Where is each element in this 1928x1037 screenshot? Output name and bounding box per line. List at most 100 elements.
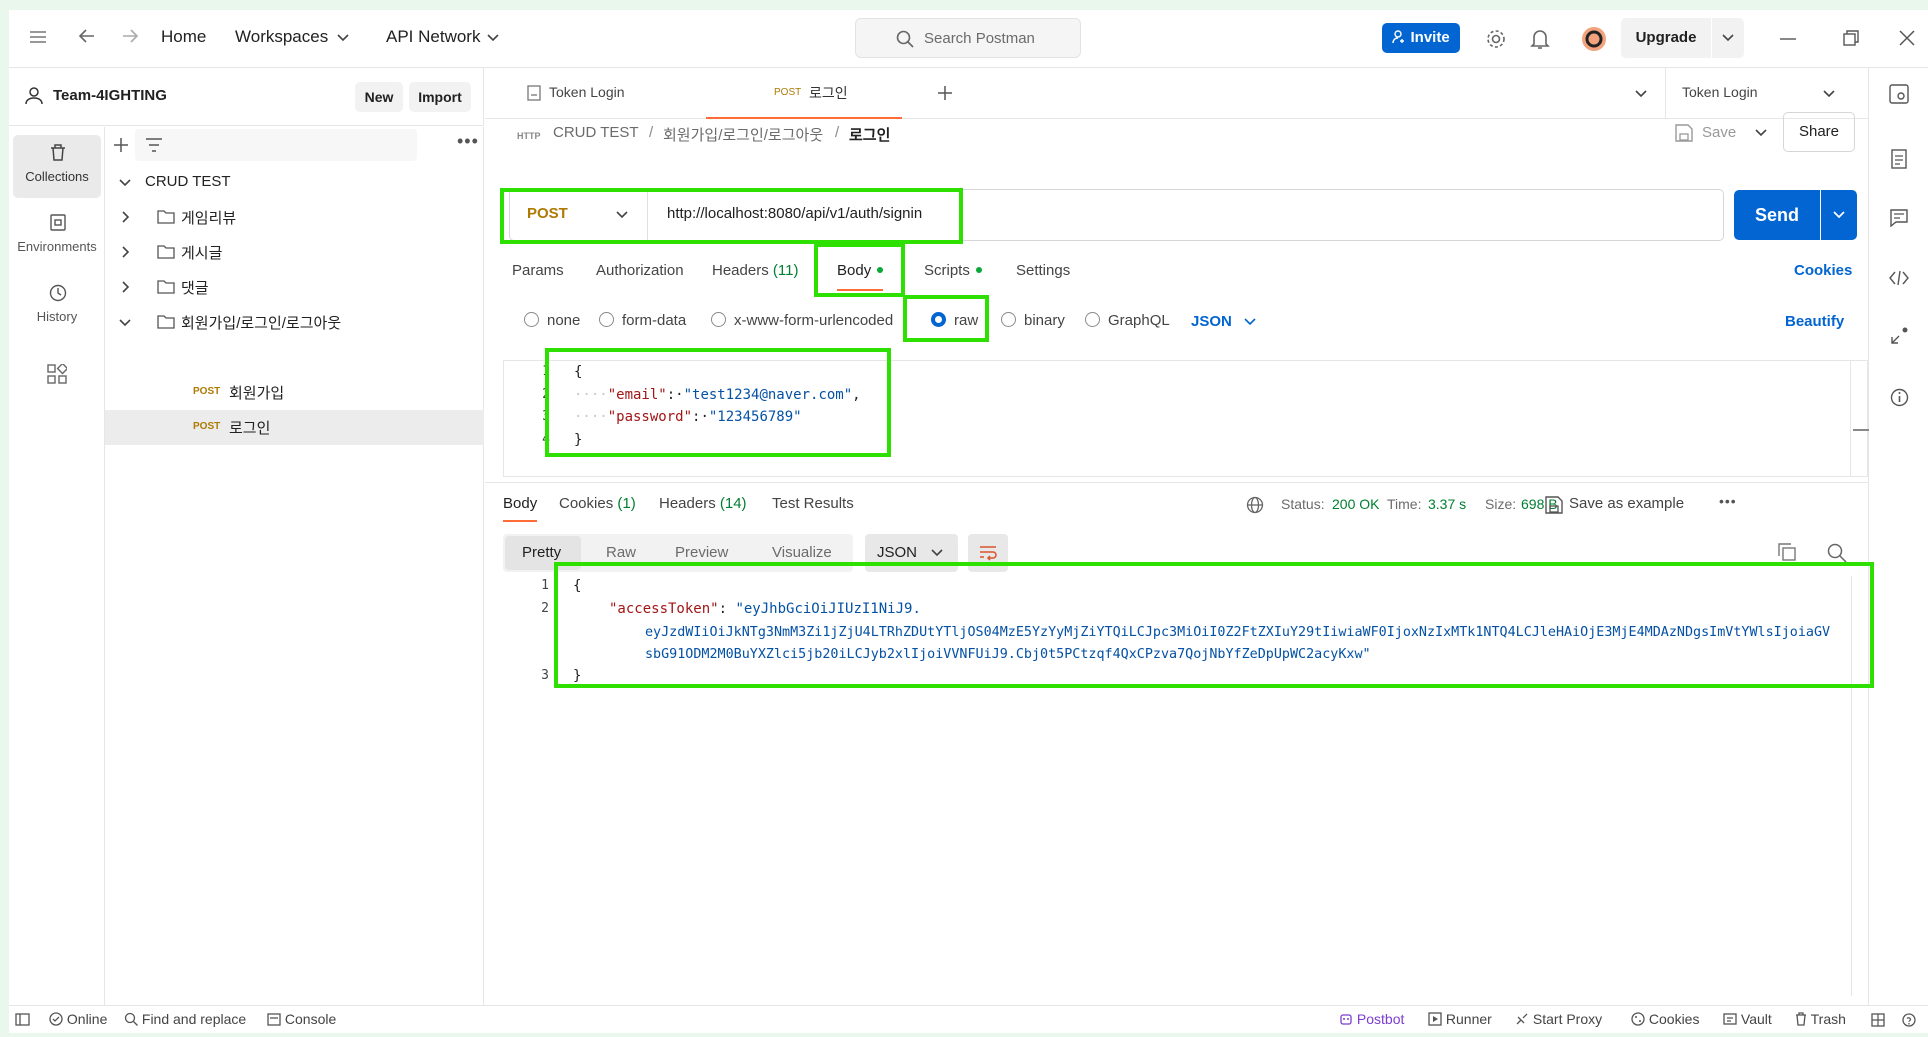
upgrade-dropdown[interactable] (1712, 18, 1744, 58)
body-type-binary[interactable]: binary (1001, 312, 1065, 329)
chevron-right-icon[interactable] (122, 281, 130, 293)
body-format-select[interactable]: JSON (1191, 313, 1256, 330)
tabs-overflow-chevron-icon[interactable] (1635, 90, 1647, 98)
body-type-raw[interactable]: raw (931, 312, 978, 329)
view-visualize[interactable]: Visualize (772, 544, 832, 561)
avatar[interactable] (1581, 26, 1607, 52)
layout-icon[interactable] (1871, 1013, 1885, 1027)
bell-icon[interactable] (1530, 28, 1550, 50)
send-button[interactable]: Send (1734, 190, 1820, 240)
radio-button[interactable] (1085, 312, 1100, 327)
search-box[interactable]: Search Postman (855, 18, 1081, 58)
toggle-sidebar-icon[interactable] (15, 1013, 30, 1026)
chevron-right-icon[interactable] (122, 211, 130, 223)
upgrade-button[interactable]: Upgrade (1621, 18, 1711, 58)
breadcrumb-folder[interactable]: 회원가입/로그인/로그아웃 (663, 124, 823, 145)
start-proxy-button[interactable]: Start Proxy (1515, 1011, 1602, 1027)
view-pretty[interactable]: Pretty (522, 544, 561, 561)
copy-icon[interactable] (1778, 543, 1796, 561)
body-type-form-data[interactable]: form-data (599, 312, 686, 329)
postbot-button[interactable]: Postbot (1339, 1011, 1404, 1027)
body-type-x-www-form-urlencoded[interactable]: x-www-form-urlencoded (711, 312, 893, 329)
radio-button[interactable] (599, 312, 614, 327)
save-as-example-link[interactable]: Save as example (1569, 495, 1684, 512)
url-input[interactable]: http://localhost:8080/api/v1/auth/signin (667, 205, 922, 222)
tab-params[interactable]: Params (512, 262, 564, 279)
find-and-replace[interactable]: Find and replace (124, 1011, 246, 1027)
method-select[interactable]: POST (510, 190, 648, 240)
sidebar-item-collections[interactable]: Collections (13, 135, 101, 198)
radio-button[interactable] (524, 312, 539, 327)
apps-grid-icon[interactable] (47, 364, 67, 384)
tab-headers[interactable]: Headers (11) (712, 262, 798, 279)
beautify-link[interactable]: Beautify (1785, 313, 1844, 330)
search-icon[interactable] (1827, 543, 1847, 563)
documentation-icon[interactable] (1891, 149, 1907, 169)
request-row-active[interactable]: POST 로그인 (105, 410, 484, 445)
restore-icon[interactable] (1843, 30, 1859, 46)
response-tab-body[interactable]: Body (503, 495, 538, 522)
environment-quicklook-icon[interactable] (1889, 84, 1909, 104)
save-options-chevron-icon[interactable] (1755, 129, 1767, 137)
tab-authorization[interactable]: Authorization (596, 262, 684, 279)
import-button[interactable]: Import (409, 82, 471, 112)
forward-arrow-icon[interactable] (121, 27, 139, 45)
cookies-button[interactable]: Cookies (1631, 1011, 1699, 1027)
nav-workspaces[interactable]: Workspaces (235, 27, 349, 47)
response-body-viewer[interactable]: 1 {2 "accessToken": "eyJhbGciOiJIUzI1NiJ9.… (503, 576, 1855, 996)
folder-row[interactable]: 게임리뷰 (105, 200, 484, 235)
info-icon[interactable] (1890, 388, 1909, 407)
vault-button[interactable]: Vault (1723, 1011, 1772, 1027)
response-tab-headers[interactable]: Headers (14) (659, 495, 747, 512)
runner-button[interactable]: Runner (1428, 1011, 1492, 1027)
tab-settings[interactable]: Settings (1016, 262, 1070, 279)
back-arrow-icon[interactable] (78, 27, 96, 45)
sidebar-item-environments[interactable]: Environments (13, 205, 101, 268)
nav-home[interactable]: Home (161, 27, 206, 47)
workspace-name[interactable]: Team-4IGHTING (53, 87, 167, 104)
menu-icon[interactable] (29, 30, 47, 44)
code-icon[interactable] (1889, 270, 1909, 286)
folder-row[interactable]: 댓글 (105, 270, 484, 305)
new-tab-plus-icon[interactable] (937, 85, 953, 101)
trash-button[interactable]: Trash (1795, 1011, 1846, 1027)
filter-input[interactable] (135, 129, 417, 161)
collection-row[interactable]: CRUD TEST (105, 165, 484, 200)
close-icon[interactable] (1899, 30, 1915, 46)
tab-token-login[interactable]: Token Login (505, 68, 705, 119)
body-type-graphql[interactable]: GraphQL (1085, 312, 1170, 329)
sidebar-item-history[interactable]: History (13, 275, 101, 338)
status-online[interactable]: Online (49, 1011, 107, 1027)
radio-button[interactable] (1001, 312, 1016, 327)
save-button[interactable]: Save (1675, 116, 1745, 150)
more-options-icon[interactable]: ••• (1719, 493, 1737, 509)
help-icon[interactable] (1902, 1013, 1916, 1027)
console-button[interactable]: Console (267, 1011, 336, 1027)
tab-body[interactable]: Body (837, 262, 884, 291)
minimize-icon[interactable] (1780, 38, 1796, 40)
send-dropdown[interactable] (1821, 190, 1857, 240)
more-options-icon[interactable]: ••• (457, 131, 479, 152)
breadcrumb-root[interactable]: CRUD TEST (553, 124, 639, 141)
new-button[interactable]: New (355, 82, 403, 112)
view-preview[interactable]: Preview (675, 544, 728, 561)
plus-icon[interactable] (113, 137, 129, 153)
view-raw[interactable]: Raw (606, 544, 636, 561)
comments-icon[interactable] (1890, 209, 1908, 227)
folder-row[interactable]: 회원가입/로그인/로그아웃 (105, 305, 484, 340)
response-tab-cookies[interactable]: Cookies (1) (559, 495, 636, 512)
chevron-right-icon[interactable] (122, 246, 130, 258)
radio-button[interactable] (931, 312, 946, 327)
globe-icon[interactable] (1246, 496, 1264, 514)
tab-scripts[interactable]: Scripts (924, 262, 983, 279)
request-row[interactable]: POST 회원가입 (105, 375, 484, 410)
radio-button[interactable] (711, 312, 726, 327)
nav-api-network[interactable]: API Network (386, 27, 499, 47)
chevron-down-icon[interactable] (119, 319, 131, 327)
folder-row[interactable]: 게시글 (105, 235, 484, 270)
invite-button[interactable]: Invite (1382, 23, 1460, 53)
response-tab-test-results[interactable]: Test Results (772, 495, 854, 512)
scroll-thumb[interactable] (1853, 429, 1869, 431)
response-format-select[interactable]: JSON (865, 534, 958, 572)
request-body-editor[interactable]: 1{2 ····"email":·"test1234@naver.com", 3 ··… (503, 360, 1869, 477)
